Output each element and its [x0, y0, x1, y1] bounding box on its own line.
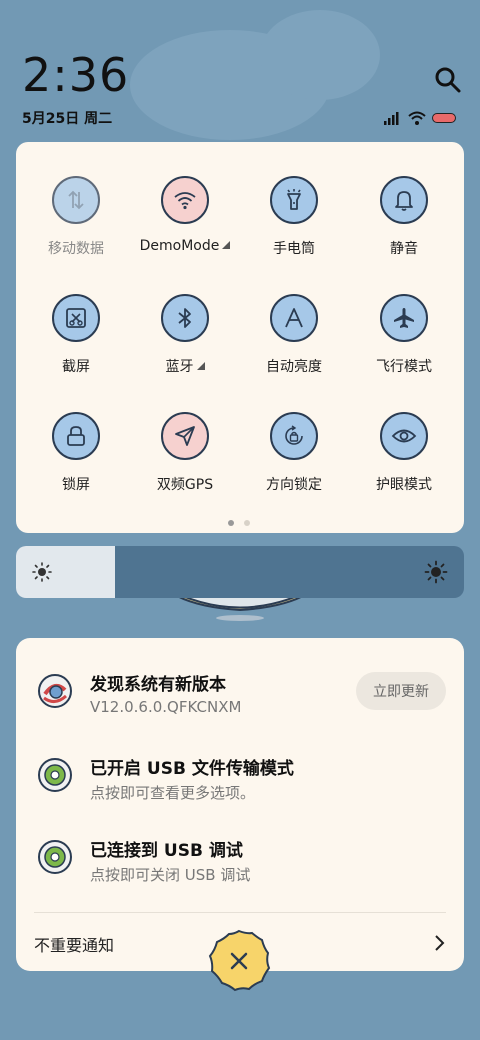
notification-subtitle: V12.0.6.0.QFKCNXM	[90, 698, 242, 716]
eye-icon	[391, 429, 417, 443]
notification-item[interactable]: 发现系统有新版本 V12.0.6.0.QFKCNXM 立即更新	[16, 668, 464, 738]
tile-label: DemoMode	[130, 238, 240, 254]
system-update-icon	[38, 674, 72, 708]
brightness-slider[interactable]	[16, 546, 464, 598]
tile-gps-button[interactable]	[161, 412, 209, 460]
tile-gps[interactable]: 双频GPS	[130, 412, 240, 522]
notification-item[interactable]: 已连接到 USB 调试 点按即可关闭 USB 调试	[16, 834, 464, 904]
tile-label: 静音	[390, 241, 418, 257]
tile-silent[interactable]: 静音	[349, 176, 459, 286]
expand-indicator-icon	[196, 362, 205, 370]
tile-airplane-button[interactable]	[380, 294, 428, 342]
date: 5月25日 周二	[22, 111, 113, 127]
auto-brightness-icon	[285, 308, 303, 328]
update-now-button[interactable]: 立即更新	[356, 672, 446, 710]
tile-mobile-data-button[interactable]	[52, 176, 100, 224]
brightness-high-icon	[424, 560, 448, 584]
tile-screenshot[interactable]: 截屏	[21, 294, 131, 404]
tile-auto-brightness[interactable]: 自动亮度	[239, 294, 349, 404]
flashlight-icon	[287, 189, 301, 210]
tile-label: 锁屏	[62, 477, 90, 493]
tile-label: 护眼模式	[376, 477, 432, 493]
search-icon[interactable]	[434, 66, 462, 94]
tile-lock-screen[interactable]: 锁屏	[21, 412, 131, 522]
tile-flashlight-button[interactable]	[270, 176, 318, 224]
tile-label-text: DemoMode	[139, 238, 220, 254]
wifi-status-icon	[408, 111, 426, 125]
quick-settings-panel: 移动数据 DemoMode 手电筒 静音 截屏 蓝牙 自动亮度 飞行模式 锁屏 …	[16, 142, 464, 533]
status-bar: 2:36 5月25日 周二	[0, 0, 480, 140]
tile-eye-care[interactable]: 护眼模式	[349, 412, 459, 522]
tile-label: 蓝牙	[130, 356, 240, 376]
notification-panel: 发现系统有新版本 V12.0.6.0.QFKCNXM 立即更新 已开启 USB …	[16, 638, 464, 971]
notification-item[interactable]: 已开启 USB 文件传输模式 点按即可查看更多选项。	[16, 752, 464, 822]
tile-label: 方向锁定	[266, 477, 322, 493]
notification-subtitle: 点按即可关闭 USB 调试	[90, 866, 251, 884]
clear-all-button[interactable]	[206, 928, 272, 994]
tile-rotation-lock-button[interactable]	[270, 412, 318, 460]
tile-rotation-lock[interactable]: 方向锁定	[239, 412, 349, 522]
tile-label-text: 蓝牙	[165, 359, 194, 375]
brightness-low-icon	[32, 562, 52, 582]
notification-title: 已连接到 USB 调试	[90, 841, 243, 861]
screenshot-icon	[66, 308, 86, 328]
gps-icon	[175, 426, 195, 446]
tile-flashlight[interactable]: 手电筒	[239, 176, 349, 286]
bell-icon	[395, 191, 413, 211]
clock: 2:36	[22, 48, 130, 102]
notification-subtitle: 点按即可查看更多选项。	[90, 784, 256, 802]
tile-label: 截屏	[62, 359, 90, 375]
tile-wifi-button[interactable]	[161, 176, 209, 224]
system-icons	[384, 108, 456, 128]
divider	[34, 912, 446, 913]
lock-icon	[67, 426, 85, 446]
tile-bluetooth-button[interactable]	[161, 294, 209, 342]
notification-title: 发现系统有新版本	[90, 675, 226, 695]
tile-auto-brightness-button[interactable]	[270, 294, 318, 342]
settings-gear-icon	[38, 840, 72, 874]
tile-wifi[interactable]: DemoMode	[130, 176, 240, 286]
tile-mobile-data[interactable]: 移动数据	[21, 176, 131, 286]
expand-indicator-icon	[222, 241, 231, 249]
mobile-data-icon	[68, 190, 84, 210]
wifi-icon	[174, 192, 196, 210]
bluetooth-icon	[178, 308, 191, 328]
tile-airplane[interactable]: 飞行模式	[349, 294, 459, 404]
signal-icon	[384, 112, 399, 125]
tile-eye-care-button[interactable]	[380, 412, 428, 460]
tile-screenshot-button[interactable]	[52, 294, 100, 342]
tile-bluetooth[interactable]: 蓝牙	[130, 294, 240, 404]
airplane-icon	[394, 308, 414, 328]
notification-title: 已开启 USB 文件传输模式	[90, 759, 294, 779]
tile-label: 移动数据	[48, 241, 104, 257]
unimportant-notifications-link[interactable]: 不重要通知	[34, 932, 114, 956]
tile-label: 双频GPS	[156, 477, 214, 493]
tile-lock-screen-button[interactable]	[52, 412, 100, 460]
tile-silent-button[interactable]	[380, 176, 428, 224]
chevron-right-icon[interactable]	[432, 934, 446, 952]
rotation-lock-icon	[285, 425, 303, 445]
settings-gear-icon	[38, 758, 72, 792]
tile-label: 飞行模式	[376, 359, 432, 375]
tile-label: 自动亮度	[266, 359, 322, 375]
tile-label: 手电筒	[273, 241, 315, 257]
battery-icon	[432, 113, 456, 123]
